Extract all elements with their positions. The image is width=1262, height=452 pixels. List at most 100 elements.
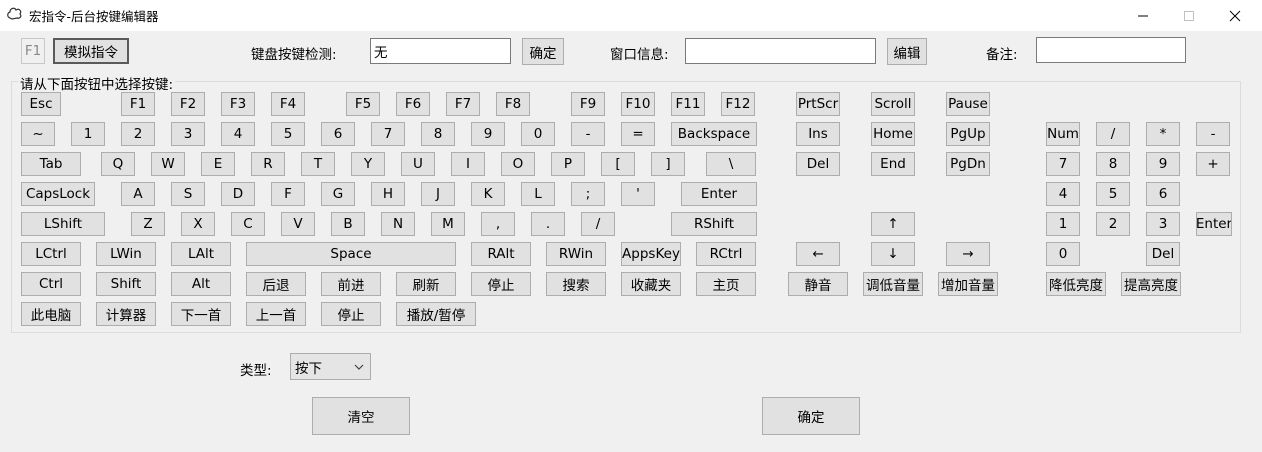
key-row3-num-plus[interactable]: + [1196, 152, 1230, 176]
key-row3-q[interactable]: Q [101, 152, 135, 176]
key-row6-space[interactable]: Space [246, 242, 456, 266]
close-button[interactable] [1212, 0, 1258, 31]
key-row5-m[interactable]: M [431, 212, 465, 236]
key-row7-search[interactable]: 搜索 [546, 272, 606, 296]
key-row3-r[interactable]: R [251, 152, 285, 176]
key-row5-num-3[interactable]: 3 [1146, 212, 1180, 236]
key-row4-num-4[interactable]: 4 [1046, 182, 1080, 206]
key-detect-input[interactable]: 无 [370, 38, 511, 64]
key-row6-rctrl[interactable]: RCtrl [696, 242, 756, 266]
key-row7-ctrl[interactable]: Ctrl [21, 272, 81, 296]
key-row7-shift[interactable]: Shift [96, 272, 156, 296]
key-row3-num-8[interactable]: 8 [1096, 152, 1130, 176]
key-row3-i[interactable]: I [451, 152, 485, 176]
key-row3-w[interactable]: W [151, 152, 185, 176]
key-row1-f3[interactable]: F3 [221, 92, 255, 116]
type-select[interactable]: 按下 [290, 353, 371, 380]
key-row7-media-mute[interactable]: 静音 [788, 272, 848, 296]
key-row7-media-volume-up[interactable]: 增加音量 [938, 272, 998, 296]
key-row4-f[interactable]: F [271, 182, 305, 206]
key-row6-rwin[interactable]: RWin [546, 242, 606, 266]
key-row5-v[interactable]: V [281, 212, 315, 236]
key-row2-num-num[interactable]: Num [1046, 122, 1080, 146]
key-row2-backspace[interactable]: Backspace [671, 122, 757, 146]
key-row4-num-5[interactable]: 5 [1096, 182, 1130, 206]
key-row6-appskey[interactable]: AppsKey [621, 242, 681, 266]
key-row2-3[interactable]: 3 [171, 122, 205, 146]
key-row2-minus[interactable]: - [571, 122, 605, 146]
key-row6-num-0[interactable]: 0 [1046, 242, 1080, 266]
key-row2-5[interactable]: 5 [271, 122, 305, 146]
key-row3-right-bracket[interactable]: ] [651, 152, 685, 176]
key-row1-f11[interactable]: F11 [671, 92, 705, 116]
key-row3-p[interactable]: P [551, 152, 585, 176]
key-row6-lalt[interactable]: LAlt [171, 242, 231, 266]
key-row4-h[interactable]: H [371, 182, 405, 206]
key-row2-4[interactable]: 4 [221, 122, 255, 146]
key-row1-f4[interactable]: F4 [271, 92, 305, 116]
key-row3-u[interactable]: U [401, 152, 435, 176]
key-row4-l[interactable]: L [521, 182, 555, 206]
key-row5-nav-arrow-up[interactable]: ↑ [871, 212, 915, 236]
key-row2-0[interactable]: 0 [521, 122, 555, 146]
key-row4-g[interactable]: G [321, 182, 355, 206]
key-row3-nav-del[interactable]: Del [796, 152, 840, 176]
key-row1-f2[interactable]: F2 [171, 92, 205, 116]
key-row7-alt[interactable]: Alt [171, 272, 231, 296]
key-row2-2[interactable]: 2 [121, 122, 155, 146]
key-row5-lshift[interactable]: LShift [21, 212, 105, 236]
key-row3-nav-end[interactable]: End [871, 152, 915, 176]
key-row1-f12[interactable]: F12 [721, 92, 755, 116]
key-row2-tilde[interactable]: ~ [21, 122, 55, 146]
key-row1-nav-pause[interactable]: Pause [946, 92, 990, 116]
key-row6-num-del[interactable]: Del [1146, 242, 1180, 266]
key-row3-e[interactable]: E [201, 152, 235, 176]
key-row8-next-track[interactable]: 下一首 [171, 302, 231, 326]
key-row1-f6[interactable]: F6 [396, 92, 430, 116]
key-row8-this-pc[interactable]: 此电脑 [21, 302, 81, 326]
key-row3-t[interactable]: T [301, 152, 335, 176]
key-row7-favorites[interactable]: 收藏夹 [621, 272, 681, 296]
key-row5-period[interactable]: . [531, 212, 565, 236]
key-row3-num-9[interactable]: 9 [1146, 152, 1180, 176]
window-info-input[interactable] [685, 38, 876, 64]
key-row2-8[interactable]: 8 [421, 122, 455, 146]
key-row7-bright-brightness-up[interactable]: 提高亮度 [1121, 272, 1181, 296]
minimize-button[interactable] [1120, 0, 1166, 31]
simulate-command-button[interactable]: 模拟指令 [53, 38, 129, 64]
key-row2-9[interactable]: 9 [471, 122, 505, 146]
key-row1-f9[interactable]: F9 [571, 92, 605, 116]
key-row5-num-enter[interactable]: Enter [1196, 212, 1232, 236]
key-row4-semicolon[interactable]: ; [571, 182, 605, 206]
key-row3-nav-pgdn[interactable]: PgDn [946, 152, 990, 176]
key-row4-s[interactable]: S [171, 182, 205, 206]
key-row2-num-minus[interactable]: - [1196, 122, 1230, 146]
key-row5-n[interactable]: N [381, 212, 415, 236]
key-row1-f1[interactable]: F1 [121, 92, 155, 116]
key-row5-b[interactable]: B [331, 212, 365, 236]
key-row3-left-bracket[interactable]: [ [601, 152, 635, 176]
key-row3-o[interactable]: O [501, 152, 535, 176]
key-row2-nav-ins[interactable]: Ins [796, 122, 840, 146]
key-row5-comma[interactable]: , [481, 212, 515, 236]
key-row1-f5[interactable]: F5 [346, 92, 380, 116]
key-row2-6[interactable]: 6 [321, 122, 355, 146]
ok-button[interactable]: 确定 [762, 397, 860, 435]
key-row2-num-asterisk[interactable]: * [1146, 122, 1180, 146]
key-row8-play-pause[interactable]: 播放/暂停 [396, 302, 476, 326]
key-row7-media-volume-down[interactable]: 调低音量 [863, 272, 923, 296]
key-row5-slash[interactable]: / [581, 212, 615, 236]
key-row7-bright-brightness-down[interactable]: 降低亮度 [1046, 272, 1106, 296]
key-row5-num-2[interactable]: 2 [1096, 212, 1130, 236]
key-row6-nav-arrow-right[interactable]: → [946, 242, 990, 266]
key-row6-nav-arrow-left[interactable]: ← [796, 242, 840, 266]
key-row1-f10[interactable]: F10 [621, 92, 655, 116]
key-row5-x[interactable]: X [181, 212, 215, 236]
key-row8-prev-track[interactable]: 上一首 [246, 302, 306, 326]
key-row8-stop[interactable]: 停止 [321, 302, 381, 326]
key-row7-back[interactable]: 后退 [246, 272, 306, 296]
key-row6-ralt[interactable]: RAlt [471, 242, 531, 266]
key-row7-stop[interactable]: 停止 [471, 272, 531, 296]
maximize-button[interactable] [1166, 0, 1212, 31]
key-row2-7[interactable]: 7 [371, 122, 405, 146]
